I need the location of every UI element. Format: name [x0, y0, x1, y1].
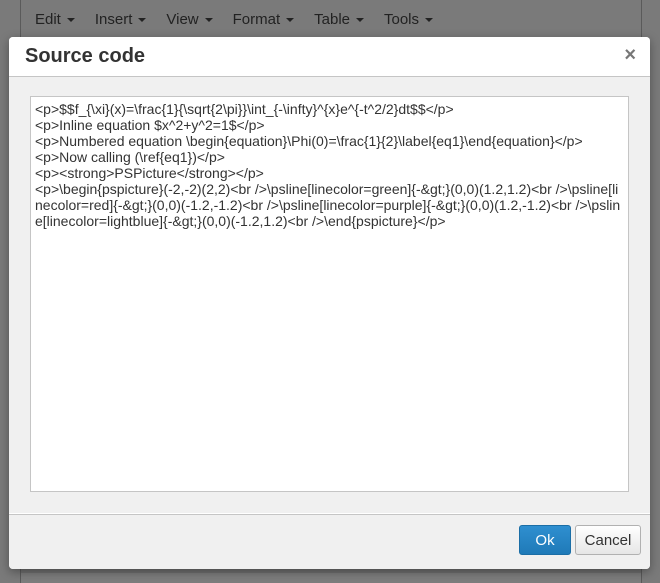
chevron-down-icon: [356, 17, 364, 22]
menu-format[interactable]: Format: [223, 0, 305, 40]
menubar: Edit Insert View Format Table Tools: [21, 0, 641, 40]
editor-status-strip: [21, 573, 641, 583]
menu-edit-label: Edit: [35, 11, 61, 28]
menu-format-label: Format: [232, 11, 281, 28]
ok-button[interactable]: Ok: [519, 525, 571, 555]
source-code-textarea[interactable]: <p>$$f_{\xi}(x)=\frac{1}{\sqrt{2\pi}}\in…: [30, 96, 629, 492]
source-code-dialog: Source code × <p>$$f_{\xi}(x)=\frac{1}{\…: [9, 37, 650, 569]
dialog-body: <p>$$f_{\xi}(x)=\frac{1}{\sqrt{2\pi}}\in…: [9, 77, 650, 513]
chevron-down-icon: [286, 17, 295, 22]
menu-insert-label: Insert: [94, 11, 133, 28]
chevron-down-icon: [66, 17, 75, 22]
menu-view[interactable]: View: [156, 0, 222, 40]
menu-insert[interactable]: Insert: [85, 0, 157, 40]
chevron-down-icon: [425, 17, 434, 22]
menu-view-label: View: [166, 11, 199, 28]
dialog-footer: Ok Cancel: [9, 514, 650, 569]
cancel-button[interactable]: Cancel: [575, 525, 641, 555]
close-icon[interactable]: ×: [624, 44, 636, 66]
menu-edit[interactable]: Edit: [25, 0, 85, 40]
dialog-title: Source code: [25, 45, 146, 67]
menu-table-label: Table: [314, 11, 350, 28]
chevron-down-icon: [204, 17, 213, 22]
dialog-header: Source code ×: [9, 37, 650, 77]
menu-tools[interactable]: Tools: [374, 0, 443, 40]
menu-table[interactable]: Table: [304, 0, 374, 40]
menu-tools-label: Tools: [384, 11, 420, 28]
chevron-down-icon: [138, 17, 147, 22]
